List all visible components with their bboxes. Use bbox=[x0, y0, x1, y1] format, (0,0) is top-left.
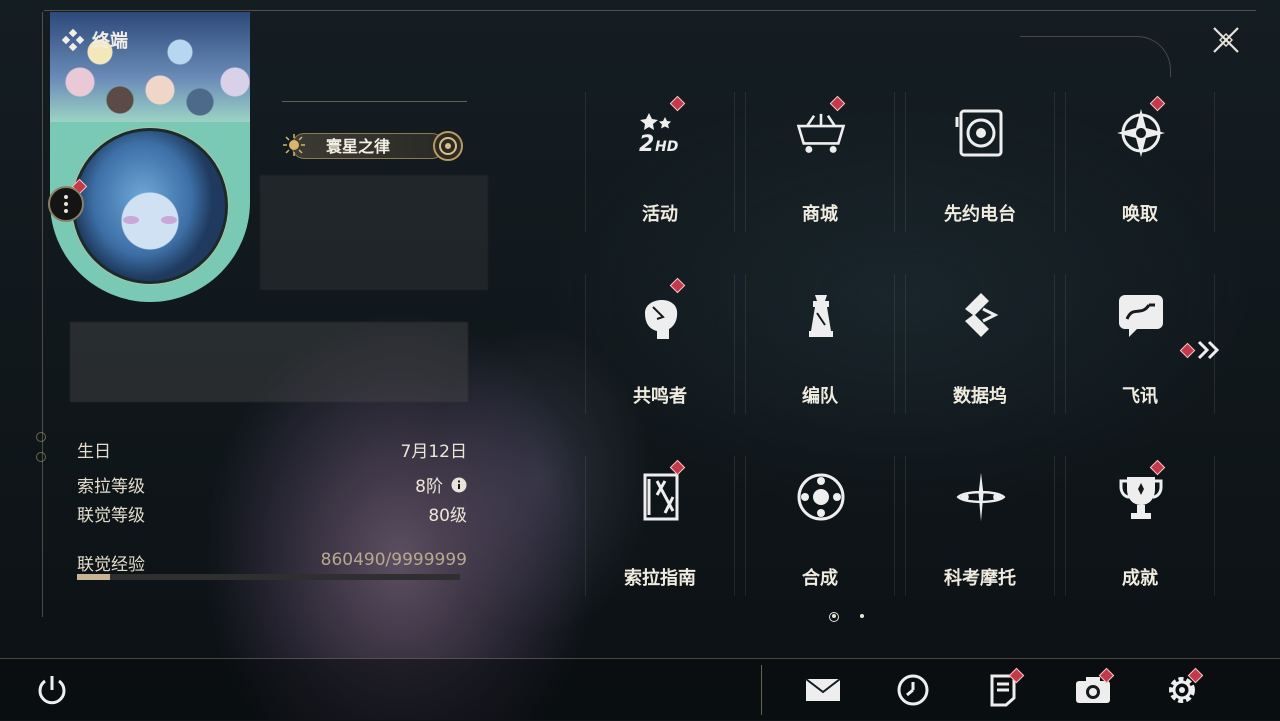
info-row-birthday: 生日 7月12日 bbox=[77, 437, 467, 462]
achievement-trophy-icon bbox=[1115, 471, 1167, 523]
double-chevron-right-icon bbox=[1197, 340, 1220, 360]
info-value: 7月12日 bbox=[400, 442, 467, 462]
info-row-union-exp: 联觉经验 860490/9999999 bbox=[77, 550, 467, 575]
mail-icon bbox=[805, 678, 841, 701]
menu-item-synthesis[interactable]: 合成 bbox=[745, 456, 895, 596]
frame-curve bbox=[1020, 36, 1171, 77]
title-badge-label: 寰星之律 bbox=[326, 137, 391, 156]
terminal-title: 终端 bbox=[92, 31, 128, 52]
close-button[interactable] bbox=[1206, 20, 1246, 60]
page-indicator-dot bbox=[832, 614, 836, 618]
resonator-icon bbox=[635, 289, 687, 341]
synthesis-icon bbox=[795, 471, 847, 523]
divider bbox=[282, 101, 467, 102]
blurred-panel bbox=[260, 175, 488, 290]
data-bank-icon bbox=[955, 289, 1007, 341]
guide-book-icon bbox=[635, 471, 687, 523]
menu-item-label: 合成 bbox=[802, 568, 838, 589]
menu-grid: 2 HD 活动 商城 先约电台 唤取 共鸣者 编队 数据坞 飞讯 索拉指南 合成… bbox=[585, 92, 1215, 596]
power-button[interactable] bbox=[32, 670, 72, 710]
menu-item-label: 活动 bbox=[642, 204, 678, 225]
info-key: 联觉等级 bbox=[77, 506, 145, 526]
notice-button[interactable] bbox=[983, 667, 1025, 710]
frame-line-top bbox=[44, 10, 1256, 11]
info-row-union-level: 联觉等级 80级 bbox=[77, 501, 467, 526]
next-page-button[interactable] bbox=[1179, 340, 1223, 360]
page-indicator[interactable] bbox=[860, 614, 864, 618]
menu-item-shop[interactable]: 商城 bbox=[745, 92, 895, 232]
page-indicator-active[interactable] bbox=[829, 612, 839, 622]
title-badge[interactable]: 寰星之律 bbox=[282, 130, 464, 161]
blurred-signature bbox=[70, 322, 468, 402]
svg-text:2: 2 bbox=[639, 132, 654, 157]
motorcycle-icon bbox=[955, 471, 1007, 523]
settings-button[interactable] bbox=[1162, 667, 1204, 710]
menu-item-summon[interactable]: 唤取 bbox=[1065, 92, 1215, 232]
info-value: 8阶 bbox=[415, 477, 443, 497]
info-icon[interactable] bbox=[451, 477, 467, 493]
exp-progress-fill bbox=[77, 574, 110, 580]
menu-item-label: 数据坞 bbox=[953, 386, 1007, 407]
info-key: 生日 bbox=[77, 442, 111, 462]
info-value: 860490/9999999 bbox=[320, 550, 467, 570]
menu-item-label: 唤取 bbox=[1122, 204, 1158, 225]
menu-item-label: 成就 bbox=[1122, 568, 1158, 589]
camera-button[interactable] bbox=[1073, 667, 1115, 710]
menu-item-label: 飞讯 bbox=[1122, 386, 1158, 407]
menu-item-label: 科考摩托 bbox=[944, 568, 1016, 589]
power-icon bbox=[38, 676, 66, 705]
menu-item-label: 商城 bbox=[802, 204, 838, 225]
menu-item-databank[interactable]: 数据坞 bbox=[905, 274, 1055, 414]
exp-progress-bar bbox=[77, 574, 460, 580]
more-dots-icon bbox=[64, 209, 68, 213]
menu-item-sola-guide[interactable]: 索拉指南 bbox=[585, 456, 735, 596]
avatar-detail bbox=[161, 216, 177, 224]
menu-item-label: 共鸣者 bbox=[633, 386, 687, 407]
terminal-diamond-icon bbox=[62, 29, 84, 51]
info-key: 联觉经验 bbox=[77, 555, 145, 575]
bottom-divider bbox=[761, 665, 762, 715]
profile-more-button[interactable] bbox=[48, 186, 84, 222]
menu-item-motorcycle[interactable]: 科考摩托 bbox=[905, 456, 1055, 596]
menu-item-label: 先约电台 bbox=[944, 204, 1016, 225]
svg-text:HD: HD bbox=[655, 139, 678, 155]
clock-icon bbox=[897, 674, 929, 706]
clock-button[interactable] bbox=[893, 670, 933, 710]
frame-line-left bbox=[42, 12, 43, 617]
radio-icon bbox=[955, 107, 1007, 159]
info-value: 80级 bbox=[428, 506, 467, 526]
summon-compass-icon bbox=[1115, 107, 1167, 159]
avatar[interactable] bbox=[72, 128, 228, 284]
title-badge-ring-icon bbox=[433, 131, 463, 161]
event-2hd-icon: 2 HD bbox=[635, 107, 687, 159]
notification-badge bbox=[1179, 342, 1196, 358]
frame-ornament bbox=[36, 432, 46, 442]
info-key: 索拉等级 bbox=[77, 477, 145, 497]
menu-item-achievement[interactable]: 成就 bbox=[1065, 456, 1215, 596]
menu-item-event[interactable]: 2 HD 活动 bbox=[585, 92, 735, 232]
menu-item-resonator[interactable]: 共鸣者 bbox=[585, 274, 735, 414]
message-chat-icon bbox=[1115, 289, 1167, 341]
mail-button[interactable] bbox=[803, 670, 843, 710]
avatar-detail bbox=[123, 216, 139, 224]
info-row-sola-level: 索拉等级 8阶 bbox=[77, 472, 467, 497]
menu-item-team[interactable]: 编队 bbox=[745, 274, 895, 414]
menu-item-label: 编队 bbox=[802, 386, 838, 407]
menu-item-radio[interactable]: 先约电台 bbox=[905, 92, 1055, 232]
more-dots-icon bbox=[64, 195, 68, 199]
team-chess-icon bbox=[795, 289, 847, 341]
info-value-group: 8阶 bbox=[415, 472, 467, 497]
sun-emblem-icon bbox=[283, 134, 305, 156]
close-icon bbox=[1213, 27, 1239, 53]
frame-ornament bbox=[36, 452, 46, 462]
menu-item-label: 索拉指南 bbox=[624, 568, 696, 589]
terminal-header: 终端 bbox=[62, 27, 128, 53]
more-dots-icon bbox=[64, 202, 68, 206]
shop-cart-icon bbox=[795, 107, 847, 159]
